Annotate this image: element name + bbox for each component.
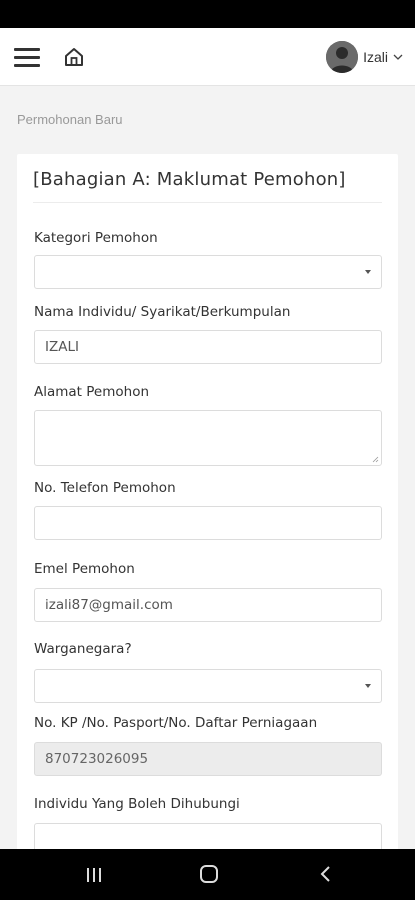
field-label-warganegara: Warganegara? (34, 641, 132, 657)
alamat-textarea[interactable] (34, 410, 382, 466)
status-bar (0, 0, 415, 28)
kp-input: 870723026095 (34, 742, 382, 776)
resize-grip-icon[interactable] (372, 456, 379, 463)
telefon-input[interactable] (34, 506, 382, 540)
user-avatar (326, 41, 359, 73)
field-label-kp: No. KP /No. Pasport/No. Daftar Perniagaa… (34, 715, 318, 731)
chevron-down-icon (393, 54, 403, 60)
form-card: [Bahagian A: Maklumat Pemohon] Kategori … (17, 154, 398, 874)
user-name: Izali (363, 49, 388, 65)
recent-apps-icon[interactable] (86, 868, 102, 882)
warganegara-select[interactable] (34, 669, 382, 703)
android-home-icon[interactable] (200, 865, 218, 883)
android-nav-bar (0, 849, 415, 900)
field-label-alamat: Alamat Pemohon (34, 384, 150, 400)
select-arrow-icon (365, 270, 371, 274)
divider (33, 202, 382, 203)
field-label-individu: Individu Yang Boleh Dihubungi (34, 796, 240, 812)
hamburger-menu-icon[interactable] (14, 46, 40, 68)
home-icon[interactable] (63, 46, 85, 68)
field-label-emel: Emel Pemohon (34, 561, 135, 577)
kategori-pemohon-select[interactable] (34, 255, 382, 289)
user-menu[interactable]: Izali (326, 41, 403, 73)
nama-input[interactable]: IZALI (34, 330, 382, 364)
emel-input[interactable]: izali87@gmail.com (34, 588, 382, 622)
select-arrow-icon (365, 684, 371, 688)
breadcrumb: Permohonan Baru (17, 112, 123, 127)
field-label-kategori: Kategori Pemohon (34, 230, 158, 246)
top-navbar: Izali (0, 28, 415, 86)
field-label-telefon: No. Telefon Pemohon (34, 480, 176, 496)
section-title: [Bahagian A: Maklumat Pemohon] (33, 169, 346, 190)
back-icon[interactable] (318, 865, 332, 883)
field-label-nama: Nama Individu/ Syarikat/Berkumpulan (34, 304, 291, 320)
